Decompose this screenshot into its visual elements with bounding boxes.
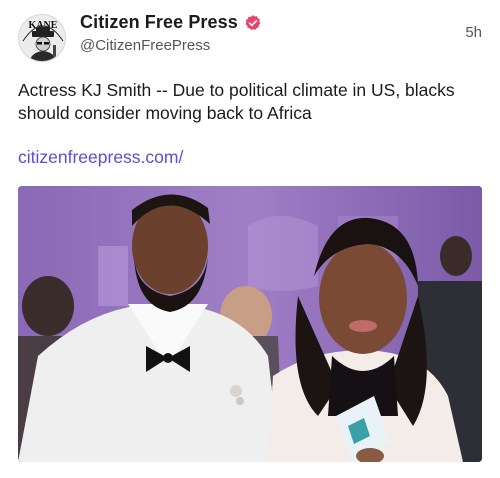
author-handle[interactable]: @CitizenFreePress [80, 37, 210, 54]
avatar[interactable]: KANE [18, 14, 66, 62]
post-media-image[interactable] [18, 186, 482, 462]
post-timestamp[interactable]: 5h [465, 24, 482, 41]
verified-badge-icon [244, 14, 262, 32]
post-body-text: Actress KJ Smith -- Due to political cli… [18, 80, 455, 123]
post-link[interactable]: citizenfreepress.com/ [18, 147, 183, 168]
avatar-image: KANE [19, 15, 65, 61]
author-name-row: Citizen Free Press [80, 12, 262, 33]
post-header: KANE Citizen Free Press @CitizenFreePres… [18, 12, 482, 62]
post-card: KANE Citizen Free Press @CitizenFreePres… [0, 0, 500, 478]
media-photo [18, 186, 482, 462]
author-name[interactable]: Citizen Free Press [80, 12, 238, 33]
